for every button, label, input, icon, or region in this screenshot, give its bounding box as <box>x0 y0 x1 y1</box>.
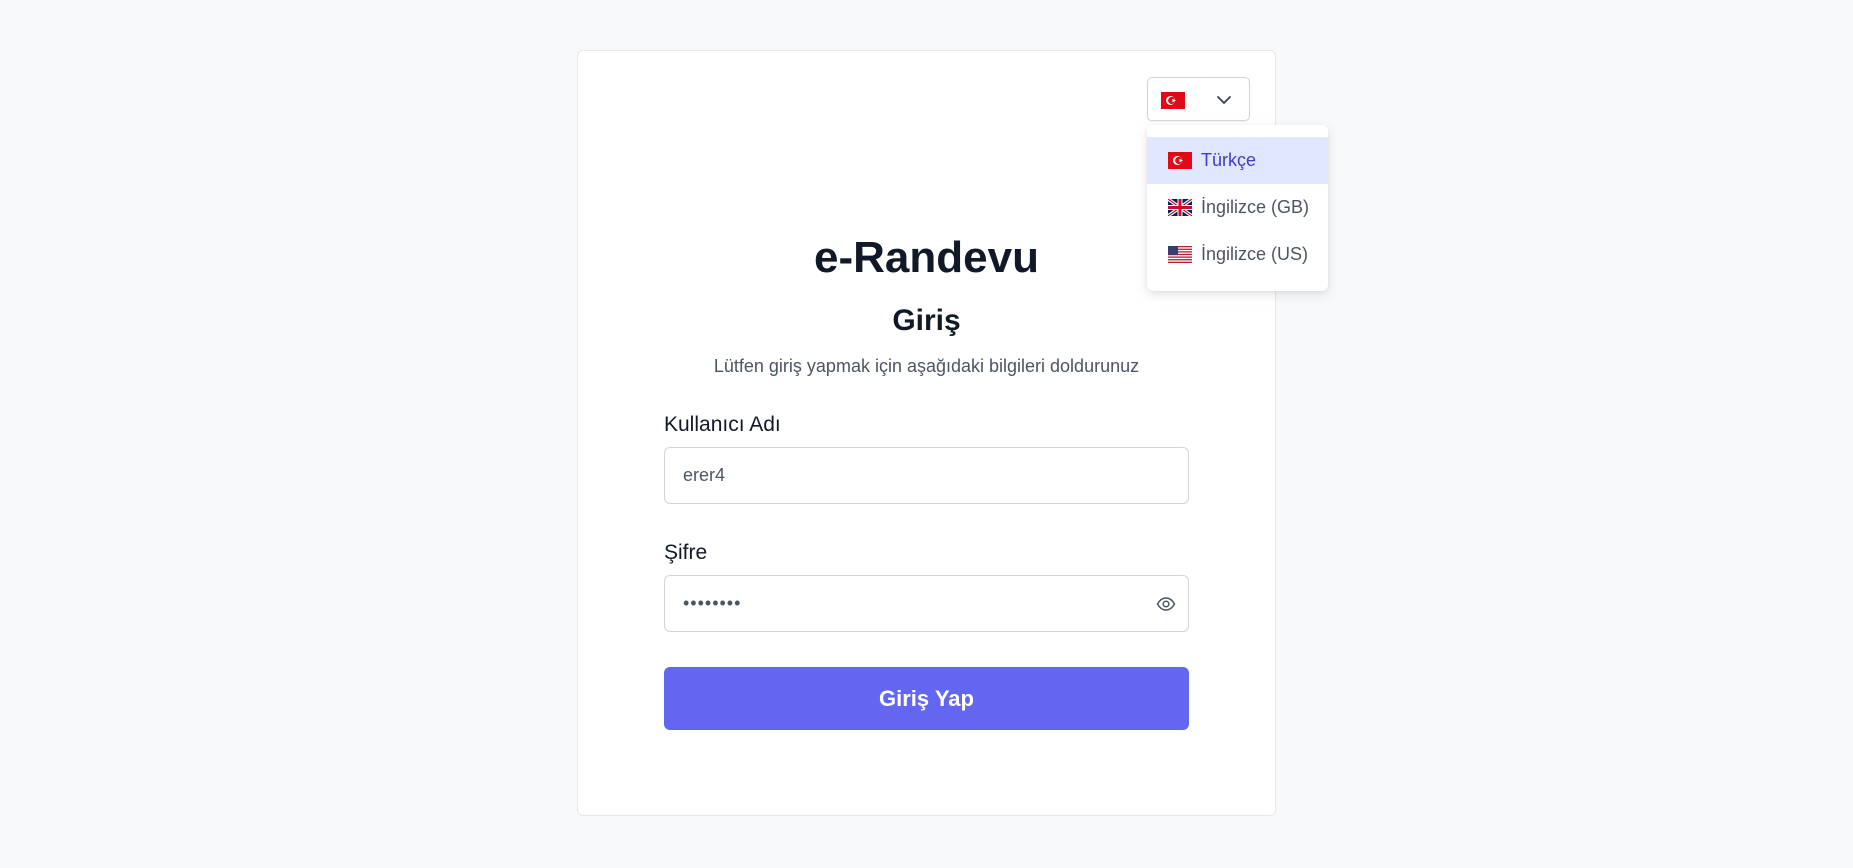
page-title: Giriş <box>892 304 961 337</box>
password-label: Şifre <box>664 541 708 564</box>
eye-icon[interactable] <box>1156 594 1176 614</box>
turkey-flag-icon <box>1168 152 1192 169</box>
password-input[interactable] <box>664 575 1189 632</box>
language-option-label: Türkçe <box>1201 150 1257 170</box>
language-dropdown: Türkçe İngilizce (GB) İngilizce (US) <box>1147 125 1328 291</box>
form-hint: Lütfen giriş yapmak için aşağıdaki bilgi… <box>713 356 1140 376</box>
language-option-label: İngilizce (US) <box>1201 244 1309 264</box>
language-option-label: İngilizce (GB) <box>1201 197 1310 217</box>
us-flag-icon <box>1168 246 1192 263</box>
chevron-down-icon <box>1216 93 1232 111</box>
language-selector-button[interactable] <box>1147 77 1250 121</box>
username-input[interactable] <box>664 447 1189 504</box>
language-option-turkish[interactable]: Türkçe <box>1147 137 1328 184</box>
username-label: Kullanıcı Adı <box>664 413 781 436</box>
login-submit-button[interactable]: Giriş Yap <box>664 667 1189 730</box>
turkey-flag-icon <box>1161 92 1185 109</box>
uk-flag-icon <box>1168 199 1192 216</box>
language-option-english-gb[interactable]: İngilizce (GB) <box>1147 184 1328 231</box>
language-option-english-us[interactable]: İngilizce (US) <box>1147 231 1328 278</box>
